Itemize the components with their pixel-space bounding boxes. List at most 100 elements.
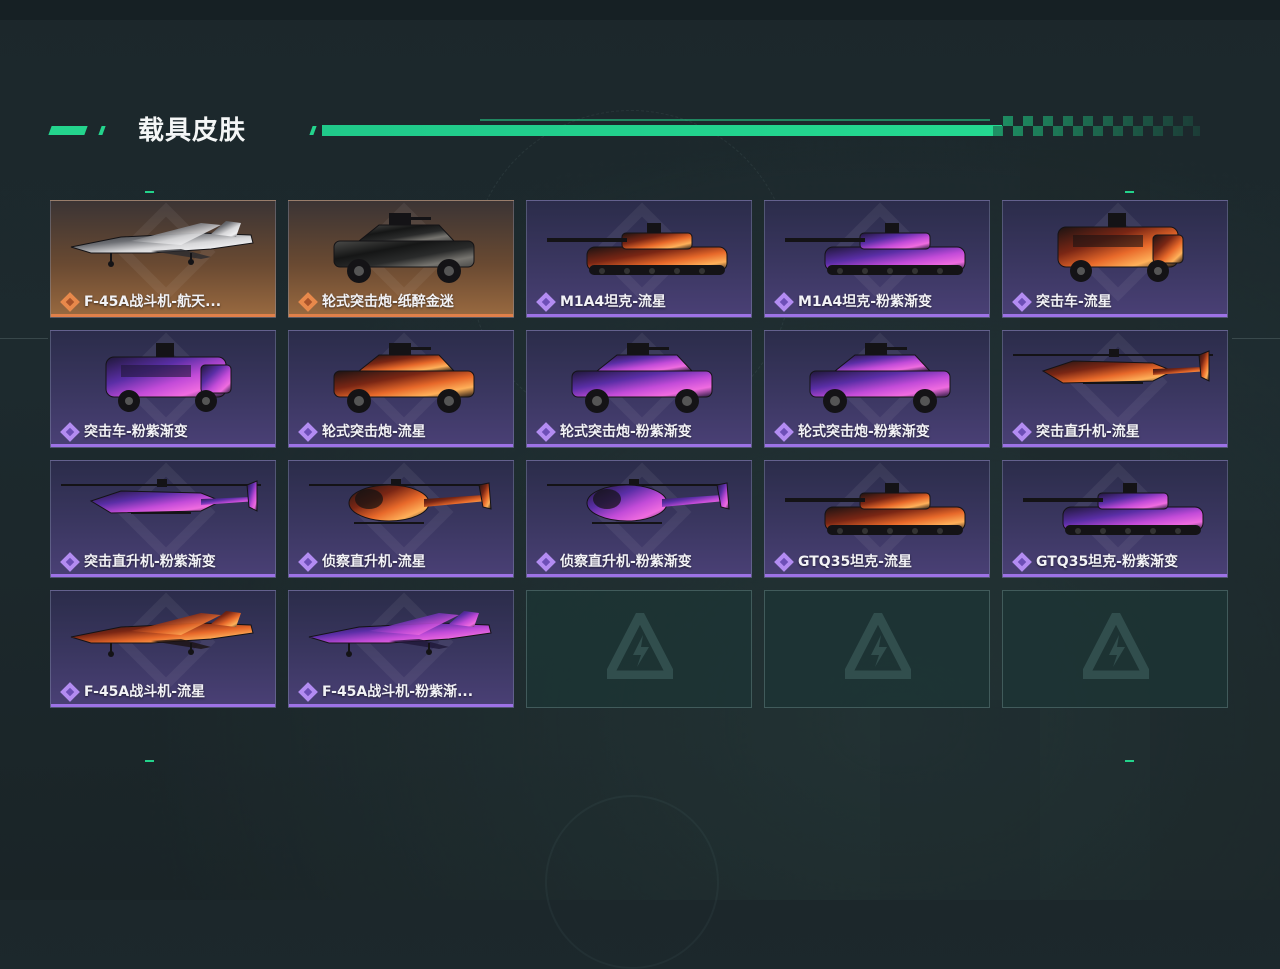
scout-heli-image xyxy=(547,479,730,524)
armored-car-image xyxy=(333,213,475,283)
rarity-gem-icon xyxy=(774,422,794,442)
header-accent xyxy=(48,126,88,135)
rarity-gem-icon xyxy=(298,552,318,572)
background-building xyxy=(880,700,1040,900)
skin-name: 突击直升机-粉紫渐变 xyxy=(84,554,216,570)
rarity-bar xyxy=(765,574,989,577)
section-title: 载具皮肤 xyxy=(138,116,247,146)
rarity-bar xyxy=(1003,574,1227,577)
skin-name: GTQ35坦克-粉紫渐变 xyxy=(1036,554,1178,570)
skin-name: GTQ35坦克-流星 xyxy=(798,554,912,570)
rarity-bar xyxy=(527,314,751,317)
rarity-gem-icon xyxy=(1012,552,1032,572)
placeholder-logo-icon xyxy=(845,613,911,679)
tank-image xyxy=(785,483,966,535)
rarity-bar xyxy=(1003,314,1227,317)
rarity-gem-icon xyxy=(60,682,80,702)
header-bar xyxy=(322,125,1002,136)
rarity-gem-icon xyxy=(60,422,80,442)
skin-card[interactable]: 轮式突击炮-粉紫渐变 xyxy=(526,330,752,448)
rarity-gem-icon xyxy=(1012,292,1032,312)
skin-name: 侦察直升机-粉紫渐变 xyxy=(560,554,692,570)
tank-image xyxy=(785,223,966,275)
skin-card[interactable]: 轮式突击炮-流星 xyxy=(288,330,514,448)
skin-card[interactable]: GTQ35坦克-流星 xyxy=(764,460,990,578)
skin-card[interactable]: M1A4坦克-粉紫渐变 xyxy=(764,200,990,318)
rarity-bar xyxy=(765,444,989,447)
placeholder-logo-icon xyxy=(607,613,673,679)
skin-card[interactable]: 侦察直升机-流星 xyxy=(288,460,514,578)
rarity-bar xyxy=(289,574,513,577)
skin-card[interactable]: GTQ35坦克-粉紫渐变 xyxy=(1002,460,1228,578)
rarity-gem-icon xyxy=(298,682,318,702)
tank-image xyxy=(547,223,728,275)
header-accent xyxy=(98,126,106,135)
rarity-gem-icon xyxy=(1012,422,1032,442)
skin-card[interactable]: F-45A战斗机-流星 xyxy=(50,590,276,708)
skin-name: 轮式突击炮-粉紫渐变 xyxy=(798,424,930,440)
skin-name: 侦察直升机-流星 xyxy=(322,554,426,570)
rarity-gem-icon xyxy=(774,292,794,312)
jet-image xyxy=(70,221,254,267)
skin-card[interactable]: F-45A战斗机-航天... xyxy=(50,200,276,318)
rarity-bar xyxy=(1003,444,1227,447)
rarity-bar xyxy=(527,574,751,577)
rarity-bar xyxy=(289,704,513,707)
skin-name: F-45A战斗机-粉紫渐... xyxy=(322,684,474,700)
skin-name: 轮式突击炮-粉紫渐变 xyxy=(560,424,692,440)
skin-card[interactable]: M1A4坦克-流星 xyxy=(526,200,752,318)
skin-name: M1A4坦克-粉紫渐变 xyxy=(798,294,933,310)
rarity-bar xyxy=(51,704,275,707)
corner-marker xyxy=(1125,760,1134,762)
skin-name: 突击车-粉紫渐变 xyxy=(84,424,188,440)
header-accent xyxy=(309,126,317,135)
top-strip xyxy=(0,0,1280,20)
empty-slot xyxy=(526,590,752,708)
side-guide-left xyxy=(0,338,48,339)
rarity-gem-icon xyxy=(536,422,556,442)
tank-image xyxy=(1023,483,1204,535)
header-checker-pattern xyxy=(993,116,1200,136)
rarity-gem-icon xyxy=(60,552,80,572)
skin-name: F-45A战斗机-流星 xyxy=(84,684,206,700)
rarity-bar xyxy=(289,444,513,447)
armored-car-image xyxy=(809,343,951,413)
attack-heli-image xyxy=(61,479,261,514)
placeholder-logo-icon xyxy=(1083,613,1149,679)
corner-marker xyxy=(1125,191,1134,193)
skin-card[interactable]: 突击直升机-流星 xyxy=(1002,330,1228,448)
background-reticle-lower xyxy=(545,795,719,969)
empty-slot xyxy=(764,590,990,708)
armored-car-image xyxy=(571,343,713,413)
skin-name: 突击直升机-流星 xyxy=(1036,424,1140,440)
rarity-gem-icon xyxy=(536,552,556,572)
jet-image xyxy=(308,611,492,657)
rarity-bar xyxy=(289,314,513,317)
empty-slot xyxy=(1002,590,1228,708)
armored-car-image xyxy=(333,343,475,413)
skin-name: 轮式突击炮-流星 xyxy=(322,424,426,440)
skin-card[interactable]: 突击直升机-粉紫渐变 xyxy=(50,460,276,578)
scout-heli-image xyxy=(309,479,492,524)
rarity-gem-icon xyxy=(536,292,556,312)
skin-card[interactable]: 轮式突击炮-粉紫渐变 xyxy=(764,330,990,448)
skin-card[interactable]: 轮式突击炮-纸醉金迷 xyxy=(288,200,514,318)
skin-card[interactable]: 突击车-粉紫渐变 xyxy=(50,330,276,448)
rarity-gem-icon xyxy=(60,292,80,312)
rarity-gem-icon xyxy=(298,292,318,312)
side-guide-right xyxy=(1232,338,1280,339)
skin-card[interactable]: 突击车-流星 xyxy=(1002,200,1228,318)
skin-name: 突击车-流星 xyxy=(1036,294,1112,310)
rarity-bar xyxy=(51,574,275,577)
assault-truck-image xyxy=(105,343,232,412)
skin-card[interactable]: F-45A战斗机-粉紫渐... xyxy=(288,590,514,708)
assault-truck-image xyxy=(1057,213,1184,282)
skin-name: 轮式突击炮-纸醉金迷 xyxy=(322,294,454,310)
corner-marker xyxy=(145,191,154,193)
attack-heli-image xyxy=(1013,349,1213,384)
header-line xyxy=(480,119,990,121)
rarity-bar xyxy=(51,314,275,317)
skin-card[interactable]: 侦察直升机-粉紫渐变 xyxy=(526,460,752,578)
skin-name: M1A4坦克-流星 xyxy=(560,294,667,310)
rarity-bar xyxy=(765,314,989,317)
